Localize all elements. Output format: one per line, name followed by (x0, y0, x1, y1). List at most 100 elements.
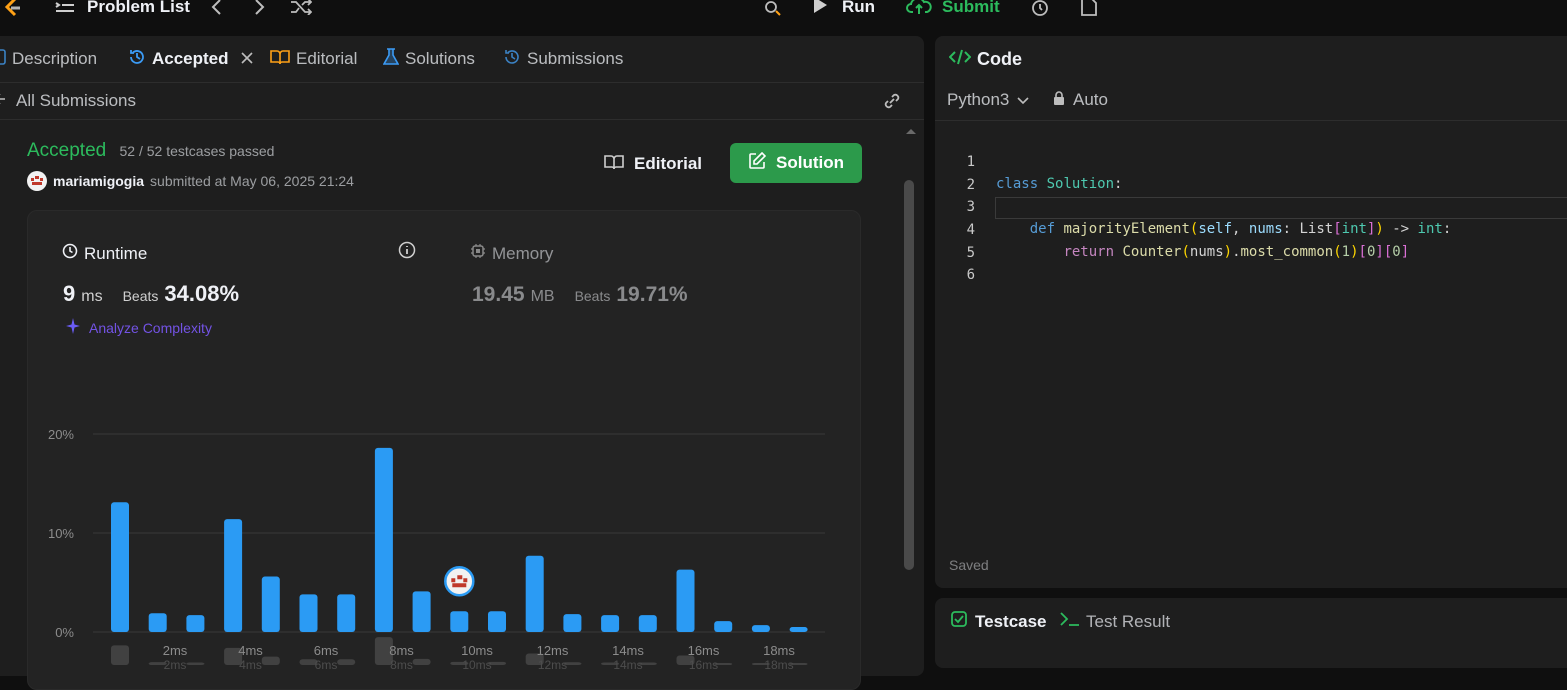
submission-meta: mariamigogia submitted at May 06, 2025 2… (27, 171, 354, 191)
tab-bar: Description Accepted Editorial Solutions… (0, 36, 924, 82)
editorial-button[interactable]: Editorial (604, 152, 712, 176)
clock-icon (62, 243, 78, 264)
solution-button[interactable]: Solution (730, 143, 862, 183)
memory-values: 19.45 MB Beats 19.71% (472, 283, 688, 307)
auto-label: Auto (1073, 90, 1108, 109)
notes-icon[interactable] (1080, 0, 1098, 18)
next-problem-icon[interactable] (252, 0, 266, 18)
line-number: 6 (966, 267, 975, 283)
user-marker-avatar (444, 565, 475, 597)
stats-card: Runtime 9 ms Beats 34.08% Analyze Comple… (27, 210, 861, 690)
tab-submissions[interactable]: Submissions (503, 48, 623, 70)
code-line: 2 from collections import Counter (935, 152, 1567, 215)
runtime-value: 9 (63, 281, 76, 306)
code-line: 3 def majorityElement(self, nums: List[i… (935, 174, 1567, 237)
overview-tick-label: 14ms (613, 658, 642, 671)
play-icon (812, 0, 828, 19)
language-label: Python3 (947, 90, 1010, 109)
tab-accepted-label: Accepted (152, 49, 229, 68)
code-editor[interactable]: 1 class Solution: 2 from collections imp… (935, 129, 1567, 289)
overview-tick-label: 8ms (390, 658, 413, 671)
book-icon (604, 154, 624, 175)
code-line: 5 (935, 220, 1567, 261)
scroll-up-icon[interactable] (904, 126, 918, 136)
all-submissions-link[interactable]: All Submissions (0, 91, 136, 111)
submit-label: Submit (942, 0, 1000, 16)
sparkle-icon (63, 317, 81, 338)
flask-icon (382, 47, 400, 71)
runtime-beats-label: Beats (122, 288, 159, 304)
overview-tick-label: 2ms (164, 658, 187, 671)
tab-accepted[interactable]: Accepted (128, 48, 253, 70)
tab-description[interactable]: Description (0, 48, 97, 70)
top-bar: Problem List Run Submit (0, 0, 1567, 34)
memory-unit: MB (530, 288, 555, 305)
submission-subbar: All Submissions (0, 82, 924, 120)
overview-bar (412, 658, 431, 665)
testcase-label: Testcase (975, 611, 1047, 631)
tab-editorial-label: Editorial (296, 49, 358, 68)
language-select[interactable]: Python3 (947, 90, 1029, 110)
checkbox-icon (951, 611, 967, 632)
run-label: Run (842, 0, 876, 16)
overview-tick-label: 12ms (538, 658, 567, 671)
status-label: Accepted (27, 140, 107, 161)
debug-icon[interactable] (762, 0, 782, 18)
overview-bar (111, 645, 129, 665)
cloud-upload-icon (906, 0, 932, 20)
overview-bar (261, 656, 280, 665)
analyze-complexity-link[interactable]: Analyze Complexity (63, 317, 212, 338)
avatar[interactable] (27, 171, 47, 191)
tab-test-result[interactable]: Test Result (1060, 611, 1170, 632)
code-header: Code (948, 48, 1022, 71)
overview-tick-label: 6ms (315, 658, 338, 671)
history-icon (128, 48, 146, 71)
runtime-beats-value: 34.08% (164, 281, 240, 306)
left-panel: Description Accepted Editorial Solutions… (0, 36, 924, 690)
chip-icon (470, 243, 486, 264)
runtime-title: Runtime (84, 243, 148, 263)
tab-submissions-label: Submissions (527, 49, 624, 68)
tab-solutions[interactable]: Solutions (382, 47, 475, 71)
chevron-down-icon (1017, 90, 1029, 110)
problem-list-button[interactable]: Problem List (55, 0, 190, 18)
shuffle-icon[interactable] (290, 0, 312, 18)
result-header: Accepted 52 / 52 testcases passed (27, 140, 274, 162)
all-submissions-label: All Submissions (16, 91, 136, 110)
code-icon (948, 48, 972, 71)
share-link-icon[interactable] (882, 91, 902, 116)
scrollbar-thumb[interactable] (904, 180, 914, 570)
code-title: Code (977, 49, 1022, 69)
logo-icon[interactable] (2, 0, 22, 18)
tab-description-label: Description (12, 49, 98, 68)
overview-tick-label: 18ms (764, 658, 793, 671)
memory-beats-label: Beats (574, 288, 611, 304)
book-icon (270, 49, 290, 70)
editorial-button-label: Editorial (634, 154, 703, 173)
runtime-unit: ms (81, 288, 103, 305)
description-icon (0, 48, 6, 70)
info-icon[interactable] (398, 241, 416, 264)
y-tick-label: 20% (48, 427, 74, 442)
submit-button[interactable]: Submit (906, 0, 1000, 18)
code-panel: Code Python3 Auto 1 class Solution: 2 fr… (935, 36, 1567, 588)
tab-editorial[interactable]: Editorial (270, 48, 357, 70)
terminal-icon (1060, 611, 1080, 632)
tab-solutions-label: Solutions (405, 49, 475, 68)
y-tick-label: 10% (48, 526, 74, 541)
prev-problem-icon[interactable] (210, 0, 224, 18)
runtime-values: 9 ms Beats 34.08% (63, 281, 239, 307)
user-marker-circle (444, 565, 475, 597)
memory-header[interactable]: Memory (470, 243, 553, 264)
code-line: 6 (935, 242, 1567, 283)
close-tab-icon[interactable] (240, 49, 253, 69)
timer-icon[interactable] (1030, 0, 1050, 18)
runtime-header[interactable]: Runtime (62, 243, 147, 264)
tab-testcase[interactable]: Testcase (951, 611, 1047, 632)
memory-value: 19.45 (472, 283, 525, 306)
auto-mode-toggle[interactable]: Auto (1053, 90, 1108, 110)
chart-overview-strip[interactable]: 2ms 4ms 6ms 8ms 10ms 12ms 14ms 16ms 18ms (28, 611, 862, 671)
run-button[interactable]: Run (812, 0, 875, 18)
solution-button-label: Solution (776, 153, 844, 172)
username[interactable]: mariamigogia (53, 173, 144, 189)
